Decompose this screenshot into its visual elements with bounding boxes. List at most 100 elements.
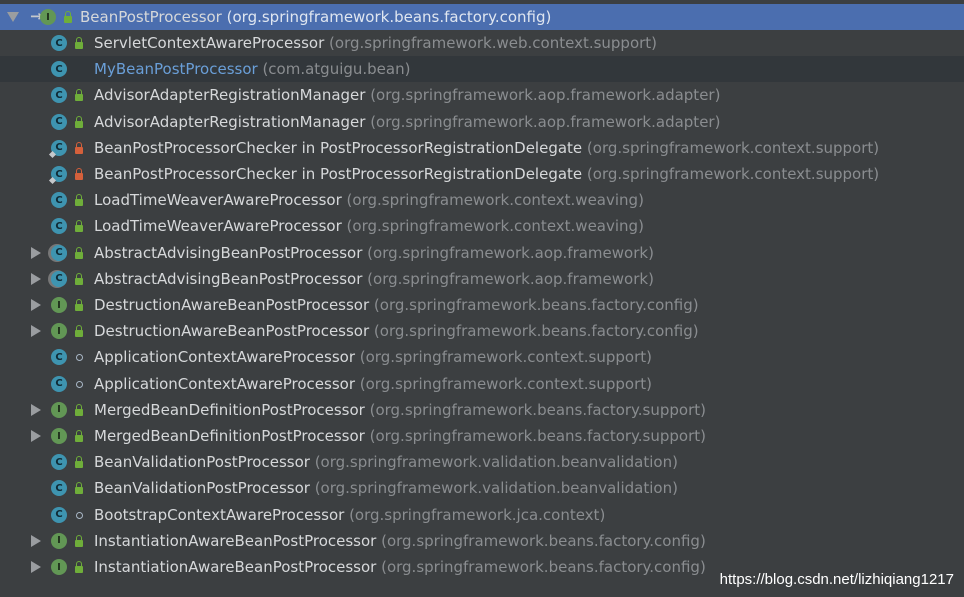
class-name: DestructionAwareBeanPostProcessor <box>94 296 370 314</box>
tree-row[interactable]: C ServletContextAwareProcessor (org.sprin… <box>0 30 964 56</box>
class-icon: C <box>51 113 67 130</box>
tree-row-label: LoadTimeWeaverAwareProcessor (org.spring… <box>94 217 644 235</box>
expand-arrow-icon[interactable] <box>31 325 41 338</box>
package-name: (com.atguigu.bean) <box>257 60 411 79</box>
package-private-icon <box>76 380 83 388</box>
package-name: (org.springframework.context.support) <box>582 165 880 183</box>
interface-icon: I <box>51 297 67 313</box>
package-name: (org.springframework.beans.factory.confi… <box>226 8 552 26</box>
tree-row-label: MyBeanPostProcessor (com.atguigu.bean) <box>94 60 410 78</box>
class-icon: C <box>51 349 67 366</box>
tree-row-label: ApplicationContextAwareProcessor (org.sp… <box>94 348 652 366</box>
class-name: ApplicationContextAwareProcessor <box>94 374 355 393</box>
tree-row[interactable]: C AdvisorAdapterRegistrationManager (org.… <box>0 82 964 108</box>
tree-row[interactable]: C BootstrapContextAwareProcessor (org.spr… <box>0 502 964 528</box>
tree-row-label: InstantiationAwareBeanPostProcessor (org… <box>94 532 706 550</box>
package-name: (org.springframework.context.support) <box>355 348 652 367</box>
expand-arrow-icon[interactable] <box>31 430 41 442</box>
tree-row[interactable]: C ApplicationContextAwareProcessor (org.s… <box>0 371 964 397</box>
class-name: BeanPostProcessor <box>80 8 222 26</box>
class-name: AbstractAdvisingBeanPostProcessor <box>94 269 363 288</box>
expand-arrow-icon[interactable] <box>31 403 41 416</box>
tree-row[interactable]: C AdvisorAdapterRegistrationManager (org.… <box>0 109 964 135</box>
class-name: LoadTimeWeaverAwareProcessor <box>94 191 342 210</box>
public-lock-icon <box>75 430 83 443</box>
tree-row[interactable]: C AbstractAdvisingBeanPostProcessor (org.… <box>0 240 964 266</box>
package-name: (org.springframework.beans.factory.confi… <box>376 558 706 576</box>
class-icon: C <box>51 454 67 471</box>
tree-row[interactable]: C BeanPostProcessorChecker in PostProcess… <box>0 161 964 187</box>
tree-row-label: ServletContextAwareProcessor (org.spring… <box>94 34 657 52</box>
tree-row[interactable]: C LoadTimeWeaverAwareProcessor (org.sprin… <box>0 213 964 239</box>
public-lock-icon <box>75 37 83 50</box>
tree-row[interactable]: C BeanValidationPostProcessor (org.spring… <box>0 475 964 501</box>
tree-row[interactable]: I MergedBeanDefinitionPostProcessor (org.… <box>0 397 964 423</box>
class-name: AdvisorAdapterRegistrationManager <box>94 112 366 131</box>
class-name: BeanPostProcessorChecker in PostProcesso… <box>94 165 583 183</box>
public-lock-icon <box>75 325 83 338</box>
package-name: (org.springframework.aop.framework.adapt… <box>365 86 721 105</box>
interface-icon: I <box>51 428 67 444</box>
public-lock-icon <box>75 482 83 495</box>
tree-row-label: InstantiationAwareBeanPostProcessor (org… <box>94 558 706 576</box>
tree-row[interactable]: I MergedBeanDefinitionPostProcessor (org.… <box>0 423 964 449</box>
tree-row[interactable]: C MyBeanPostProcessor (com.atguigu.bean) <box>0 56 964 83</box>
package-name: (org.springframework.context.weaving) <box>341 217 644 236</box>
tree-row-label: BootstrapContextAwareProcessor (org.spri… <box>94 506 605 524</box>
package-name: (org.springframework.context.weaving) <box>341 191 644 210</box>
tree-row[interactable]: C ApplicationContextAwareProcessor (org.s… <box>0 344 964 370</box>
package-name: (org.springframework.beans.factory.confi… <box>369 296 699 314</box>
tree-row-label: ApplicationContextAwareProcessor (org.sp… <box>94 375 652 393</box>
tree-row[interactable]: I DestructionAwareBeanPostProcessor (org.… <box>0 318 964 344</box>
tree-row[interactable]: C AbstractAdvisingBeanPostProcessor (org.… <box>0 266 964 292</box>
tree-row[interactable]: C BeanValidationPostProcessor (org.spring… <box>0 449 964 475</box>
tree-row[interactable]: I DestructionAwareBeanPostProcessor (org.… <box>0 292 964 318</box>
package-name: (org.springframework.beans.factory.confi… <box>376 531 706 550</box>
tree-row-root[interactable]: → I BeanPostProcessor (org.springframewo… <box>0 4 964 30</box>
package-name: (org.springframework.beans.factory.confi… <box>369 322 699 341</box>
tree-row-label: BeanPostProcessor (org.springframework.b… <box>80 8 551 26</box>
package-name: (org.springframework.validation.beanvali… <box>309 453 678 472</box>
expand-arrow-icon[interactable] <box>31 534 41 547</box>
expand-arrow-icon[interactable] <box>31 299 41 311</box>
private-lock-icon <box>75 141 83 155</box>
class-name: ServletContextAwareProcessor <box>94 34 325 52</box>
tree-row-label: LoadTimeWeaverAwareProcessor (org.spring… <box>94 191 644 209</box>
abstract-class-icon: C <box>51 270 67 287</box>
tree-row-label: MergedBeanDefinitionPostProcessor (org.s… <box>94 427 706 445</box>
expand-arrow-icon[interactable] <box>31 272 41 285</box>
public-lock-icon <box>75 561 83 574</box>
tree-row-label: BeanValidationPostProcessor (org.springf… <box>94 453 678 471</box>
public-lock-icon <box>75 115 83 129</box>
class-icon: C <box>51 218 67 235</box>
tree-row-label: BeanPostProcessorChecker in PostProcesso… <box>94 165 879 183</box>
tree-row[interactable]: C BeanPostProcessorChecker in PostProcess… <box>0 135 964 161</box>
class-name: DestructionAwareBeanPostProcessor <box>94 322 370 341</box>
class-name: InstantiationAwareBeanPostProcessor <box>94 558 377 576</box>
tree-row-label: AdvisorAdapterRegistrationManager (org.s… <box>94 86 720 104</box>
public-lock-icon <box>75 272 83 286</box>
tree-row-label: DestructionAwareBeanPostProcessor (org.s… <box>94 322 699 340</box>
class-name: BeanValidationPostProcessor <box>94 479 310 498</box>
package-name: (org.springframework.jca.context) <box>344 505 606 524</box>
package-name: (org.springframework.validation.beanvali… <box>309 479 678 498</box>
public-lock-icon <box>75 89 83 102</box>
tree-row-label: AbstractAdvisingBeanPostProcessor (org.s… <box>94 270 654 288</box>
interface-icon: I <box>40 9 56 25</box>
class-name: BeanValidationPostProcessor <box>94 453 310 472</box>
package-name: (org.springframework.web.context.support… <box>324 34 658 52</box>
package-name: (org.springframework.aop.framework) <box>362 243 654 262</box>
expand-arrow-icon[interactable] <box>31 561 41 573</box>
public-lock-icon <box>75 246 83 260</box>
class-name: MergedBeanDefinitionPostProcessor <box>94 400 365 419</box>
package-private-icon <box>76 354 83 362</box>
public-lock-icon <box>75 403 83 417</box>
package-name: (org.springframework.context.support) <box>355 374 652 393</box>
expand-arrow-icon[interactable] <box>7 12 19 22</box>
class-name: LoadTimeWeaverAwareProcessor <box>94 217 342 236</box>
expand-arrow-icon[interactable] <box>31 246 41 259</box>
public-lock-icon <box>75 534 83 548</box>
tree-row[interactable]: I InstantiationAwareBeanPostProcessor (or… <box>0 528 964 554</box>
tree-row[interactable]: C LoadTimeWeaverAwareProcessor (org.sprin… <box>0 187 964 213</box>
tree-row-label: BeanPostProcessorChecker in PostProcesso… <box>94 139 879 157</box>
